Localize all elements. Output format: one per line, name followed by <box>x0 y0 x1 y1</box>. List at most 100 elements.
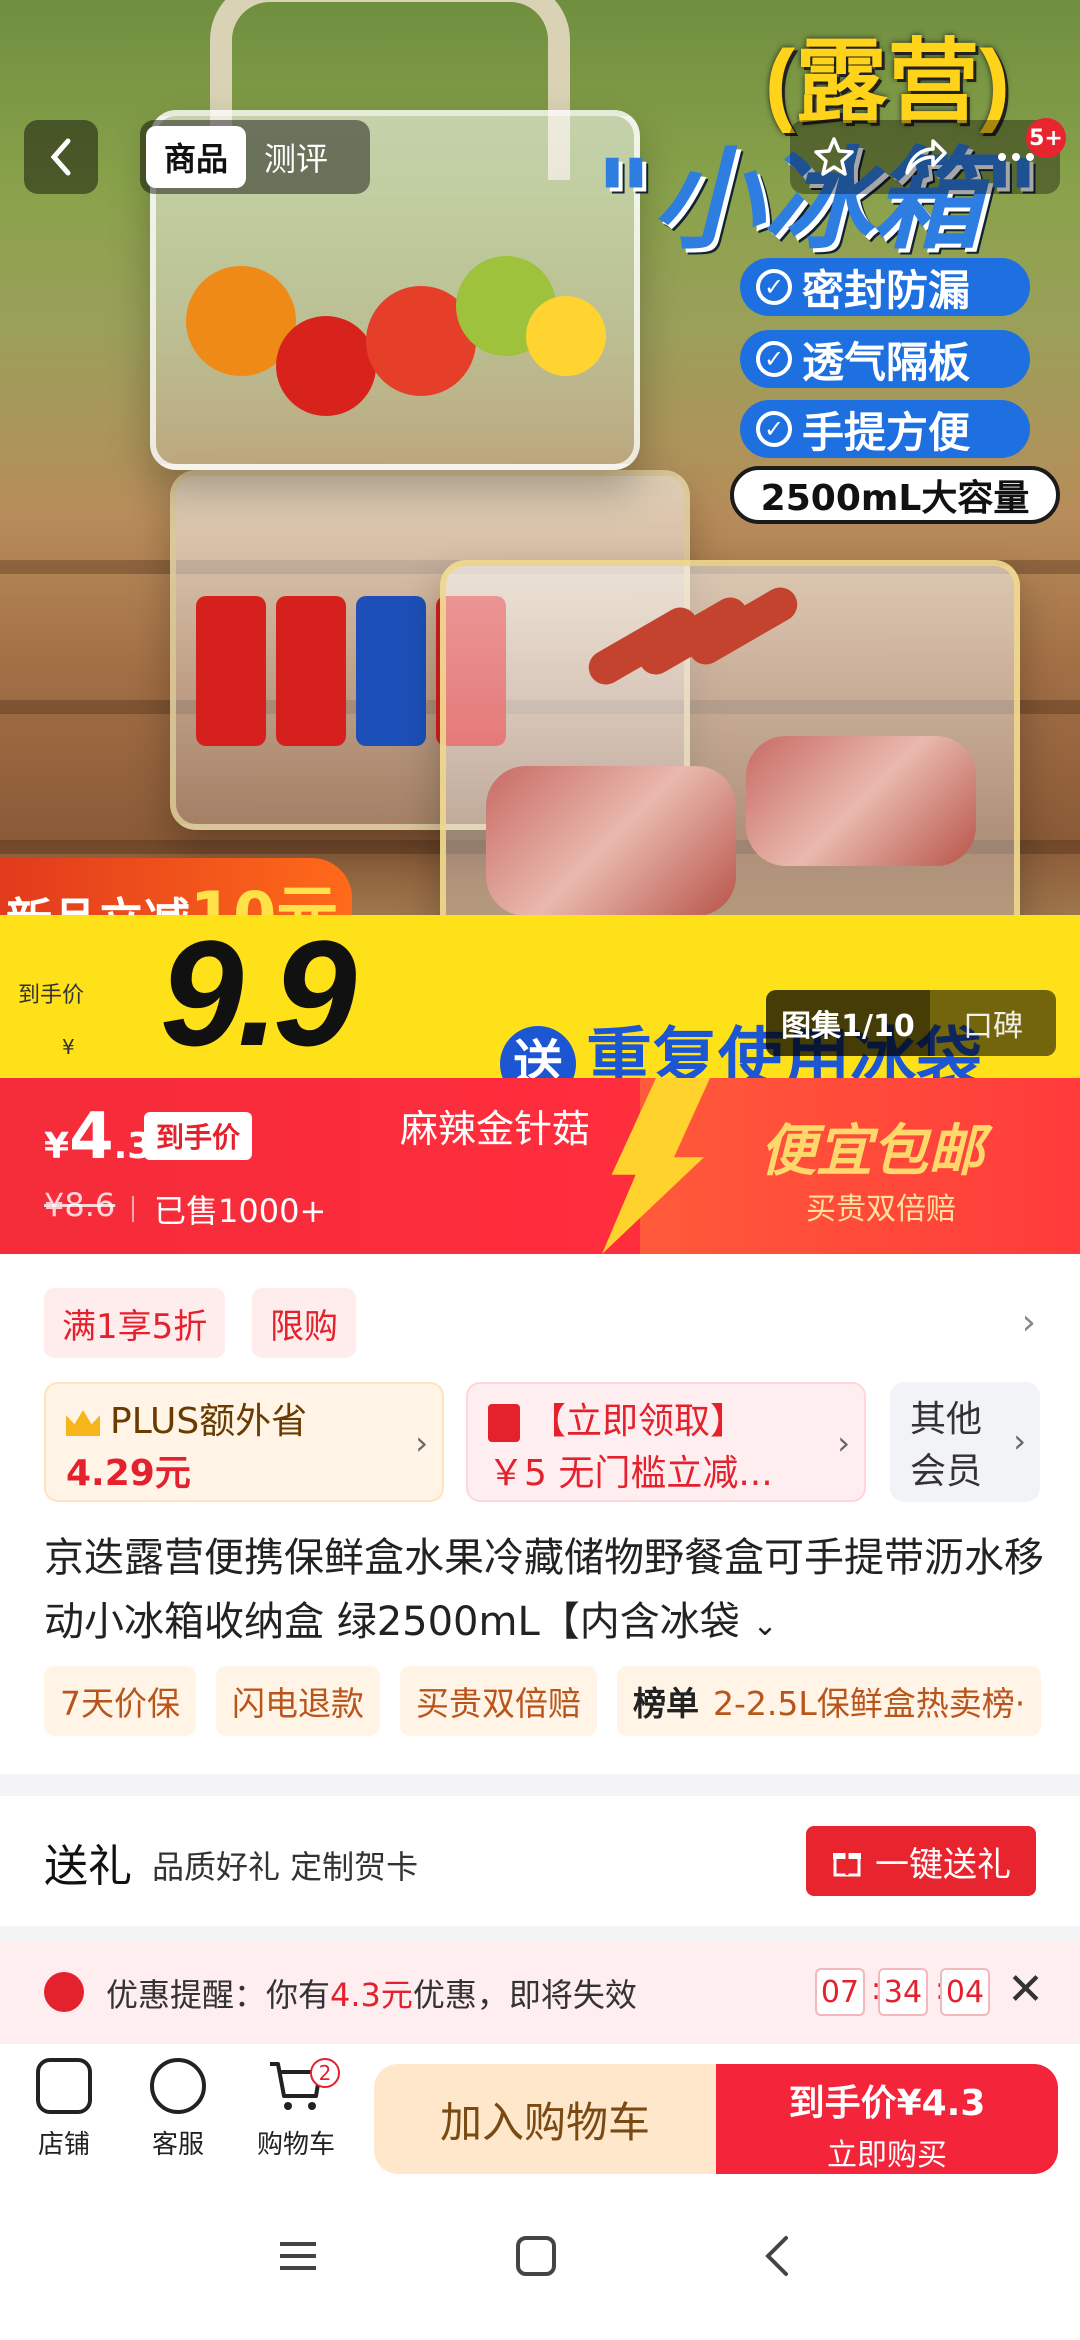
review-tab[interactable]: 口碑 <box>930 1001 1056 1045</box>
back-nav-icon[interactable] <box>756 2234 800 2278</box>
original-price: ¥8.6 <box>44 1186 116 1224</box>
top-action-bar <box>790 120 1060 194</box>
meat-slices <box>746 736 976 866</box>
store-button[interactable]: 店铺 <box>14 2058 114 2161</box>
clock-icon <box>44 1972 84 2012</box>
home-icon[interactable] <box>514 2234 558 2278</box>
plus-savings-card[interactable]: PLUS额外省 4.29元 › <box>44 1382 444 1502</box>
reminder-amount: 4.3元 <box>330 1976 413 2014</box>
plus-line1: PLUS额外省 <box>66 1392 422 1444</box>
customer-service-button[interactable]: 客服 <box>128 2058 228 2161</box>
current-price: ¥4.3 <box>44 1100 152 1174</box>
vip-line2: 会员 <box>910 1451 983 1492</box>
reminder-prefix: 优惠提醒：你有 <box>106 1976 331 2014</box>
service-tag[interactable]: 闪电退款 <box>216 1666 380 1736</box>
ranking-tag[interactable]: 榜单 2-2.5L保鲜盒热卖榜· <box>617 1666 1042 1736</box>
countdown-seconds: 04 <box>940 1968 990 2016</box>
service-tag[interactable]: 买贵双倍赔 <box>400 1666 597 1736</box>
plus-amount: 4.29元 <box>66 1453 191 1494</box>
smiley-icon <box>150 2058 206 2114</box>
buy-now-label: 立即购买 <box>827 2138 947 2173</box>
check-icon: ✓ <box>756 341 792 377</box>
gift-subtitle: 品质好礼 定制贺卡 <box>152 1848 419 1886</box>
reminder-text: 优惠提醒：你有4.3元优惠，即将失效 <box>106 1970 637 2016</box>
chevron-left-icon <box>50 138 71 176</box>
buy-now-button[interactable]: 到手价¥4.3 立即购买 <box>716 2064 1058 2174</box>
countdown-minutes: 34 <box>878 1968 928 2016</box>
menu-icon[interactable] <box>276 2234 320 2278</box>
tab-product[interactable]: 商品 <box>146 126 247 188</box>
chevron-right-icon: › <box>837 1424 850 1462</box>
feature-badge: ✓ 透气隔板 <box>740 330 1030 388</box>
check-icon: ✓ <box>756 269 792 305</box>
back-button[interactable] <box>24 120 98 194</box>
divider <box>132 1196 134 1222</box>
send-gift-label: 一键送礼 <box>875 1844 1011 1885</box>
close-icon[interactable]: ✕ <box>1007 1964 1044 2015</box>
share-icon[interactable] <box>901 135 949 179</box>
gallery-counter[interactable]: 图集1/10 <box>766 990 930 1056</box>
send-gift-button[interactable]: 一键送礼 <box>806 1826 1036 1896</box>
gift-section: 送礼 品质好礼 定制贺卡 一键送礼 <box>0 1796 1080 1926</box>
other-member-card[interactable]: 其他 会员 › <box>890 1382 1040 1502</box>
gift-circle: 送 <box>500 1026 576 1078</box>
crown-icon <box>66 1410 100 1436</box>
variant-label: 麻辣金针菇 <box>400 1107 591 1151</box>
price-strip: ¥4.3 到手价 ¥8.6 已售1000+ 麻辣金针菇 便宜包邮 买贵双倍赔 <box>0 1078 1080 1254</box>
soda-can <box>356 596 426 746</box>
feature-text: 密封防漏 <box>802 265 971 315</box>
hero-price-yen: ¥ <box>62 1035 75 1059</box>
cola-can <box>276 596 346 746</box>
ranking-text: 2-2.5L保鲜盒热卖榜· <box>713 1684 1026 1723</box>
store-icon <box>36 2058 92 2114</box>
service-tag[interactable]: 7天价保 <box>44 1666 196 1736</box>
product-title[interactable]: 京迭露营便携保鲜盒水果冷藏储物野餐盒可手提带沥水移动小冰箱收纳盒 绿2500mL… <box>44 1526 1044 1658</box>
bottom-action-bar: 店铺 客服 2 购物车 加入购物车 到手价¥4.3 立即购买 <box>0 2044 1080 2184</box>
feature-badge: ✓ 密封防漏 <box>740 258 1030 316</box>
feature-text: 手提方便 <box>802 407 971 457</box>
cart-label: 购物车 <box>256 2130 335 2160</box>
feature-badge: ✓ 手提方便 <box>740 400 1030 458</box>
discount-reminder-bar: 优惠提醒：你有4.3元优惠，即将失效 07 : 34 : 04 ✕ <box>0 1942 1080 2044</box>
cola-can <box>196 596 266 746</box>
chevron-right-icon: › <box>415 1424 428 1462</box>
plus-title: PLUS额外省 <box>110 1401 308 1442</box>
price-guarantee-label: 买贵双倍赔 <box>806 1192 956 1227</box>
countdown-hours: 07 <box>815 1968 865 2016</box>
chevron-down-icon[interactable]: ⌄ <box>752 1608 777 1643</box>
coupon-icon <box>488 1404 520 1442</box>
product-info-section: 满1享5折 限购 › PLUS额外省 4.29元 › 【立即领取】 ￥5 无门槛… <box>0 1254 1080 1774</box>
coupon-line1: 【立即领取】 <box>488 1392 844 1444</box>
final-price-tag: 到手价 <box>144 1112 253 1160</box>
capacity-badge: 2500mL大容量 <box>730 466 1060 524</box>
star-icon[interactable] <box>812 135 856 179</box>
chevron-right-icon: › <box>1013 1422 1026 1460</box>
price-int: 4 <box>69 1100 114 1174</box>
product-title-text: 京迭露营便携保鲜盒水果冷藏储物野餐盒可手提带沥水移动小冰箱收纳盒 绿2500mL… <box>44 1535 1044 1645</box>
feature-text: 透气隔板 <box>802 337 971 387</box>
buy-price-label: 到手价¥4.3 <box>788 2083 986 2124</box>
sold-count: 已售1000+ <box>154 1192 327 1230</box>
gallery-pill[interactable]: 图集1/10 口碑 <box>766 990 1056 1056</box>
coupon-title: 【立即领取】 <box>530 1401 747 1442</box>
tomato <box>276 316 376 416</box>
add-to-cart-button[interactable]: 加入购物车 <box>374 2064 716 2174</box>
tab-review[interactable]: 测评 <box>246 126 346 188</box>
chevron-right-icon[interactable]: › <box>1022 1302 1036 1343</box>
cart-button[interactable]: 2 购物车 <box>246 2058 346 2161</box>
lemon <box>526 296 606 376</box>
tab-switcher: 商品 测评 <box>140 120 370 194</box>
promo-chip-discount[interactable]: 满1享5折 <box>44 1288 226 1358</box>
free-shipping-label: 便宜包邮 <box>760 1119 984 1184</box>
vip-line1: 其他 <box>910 1399 983 1440</box>
reminder-suffix: 优惠，即将失效 <box>412 1976 637 2014</box>
hero-price-label: 到手价 <box>18 983 85 1008</box>
service-label: 客服 <box>151 2130 204 2160</box>
meat-slices <box>486 766 736 916</box>
service-tags: 7天价保 闪电退款 买贵双倍赔 榜单 2-2.5L保鲜盒热卖榜· <box>44 1666 1042 1736</box>
promo-chip-limit[interactable]: 限购 <box>252 1288 356 1358</box>
product-image-carousel[interactable]: (露营) "小冰箱" ✓ 密封防漏 ✓ 透气隔板 ✓ 手提方便 2500mL大容… <box>0 0 1080 1078</box>
cart-count-badge: 2 <box>310 2058 340 2088</box>
gift-icon <box>833 1853 861 1877</box>
coupon-card[interactable]: 【立即领取】 ￥5 无门槛立减... › <box>466 1382 866 1502</box>
